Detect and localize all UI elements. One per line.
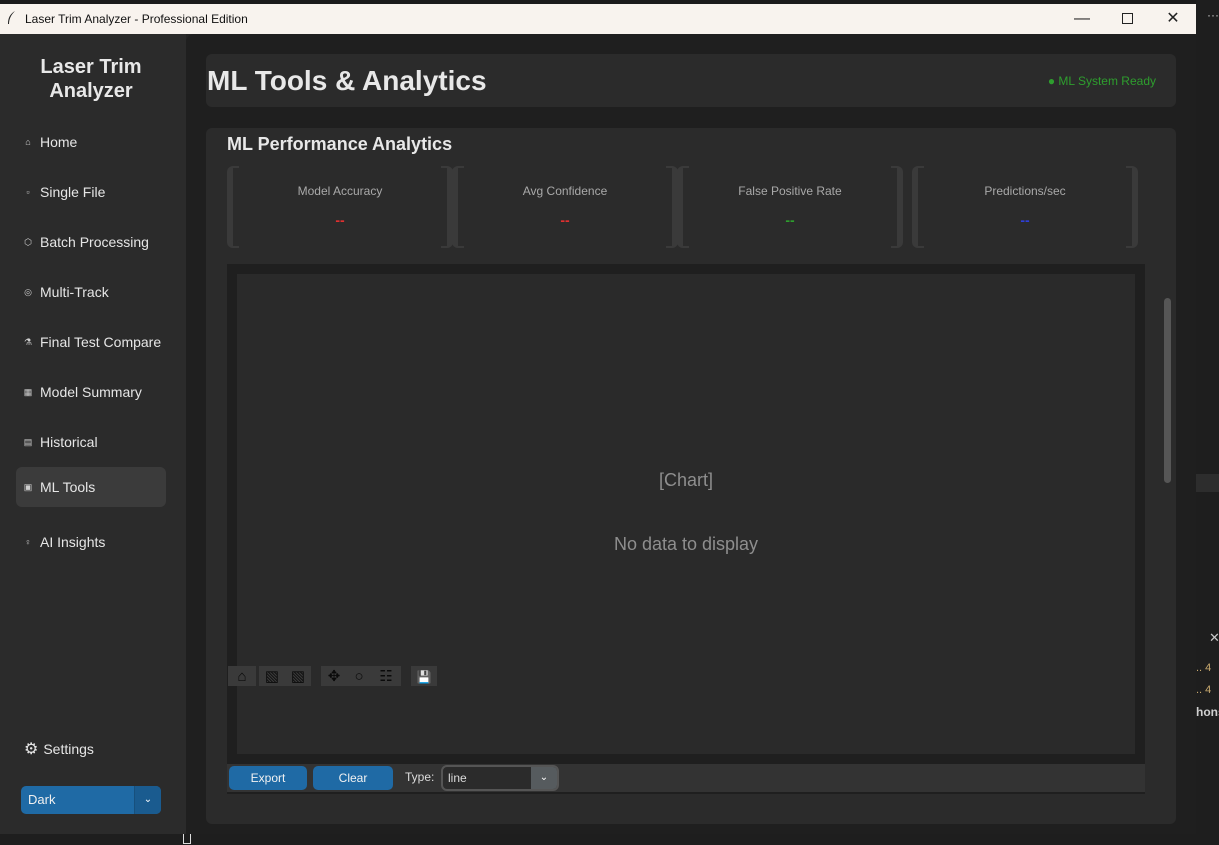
chart-toolbar: Export Clear Type: line ⌄ bbox=[227, 764, 1145, 792]
background-strip bbox=[1196, 474, 1219, 492]
sidebar-item-label: Batch Processing bbox=[40, 234, 149, 250]
home-icon: ⌂ bbox=[25, 137, 31, 147]
app-logo: Laser Trim Analyzer bbox=[40, 56, 142, 102]
sidebar-item-model-summary[interactable]: ▦ Model Summary bbox=[16, 372, 166, 412]
plot-navigation-toolbar: ⌂ ▧ ▧ ✥ ○ ☷ 💾 bbox=[228, 666, 440, 686]
sidebar-item-multi-track[interactable]: ◎ Multi-Track bbox=[16, 272, 166, 312]
card-border bbox=[677, 166, 689, 248]
maximize-icon bbox=[1121, 13, 1133, 25]
robot-icon: ▣ bbox=[23, 481, 33, 492]
theme-select[interactable]: Dark ⌄ bbox=[21, 786, 161, 814]
metric-label: Avg Confidence bbox=[522, 184, 608, 198]
chart-type-select[interactable]: line ⌄ bbox=[441, 765, 559, 791]
title-bar[interactable]: Laser Trim Analyzer - Professional Editi… bbox=[0, 4, 1196, 34]
page-header: ML Tools & Analytics ● ML System Ready bbox=[206, 54, 1176, 107]
export-button[interactable]: Export bbox=[229, 766, 307, 790]
metric-value: -- bbox=[785, 212, 795, 228]
clear-button[interactable]: Clear bbox=[313, 766, 393, 790]
chart-icon: ▦ bbox=[23, 386, 33, 397]
sidebar: Laser Trim Analyzer ⌂ Home ▫ Single File ⬡ Ba… bbox=[0, 34, 186, 834]
metric-card: Model Accuracy -- bbox=[227, 166, 453, 248]
chart-type-value: line bbox=[448, 771, 467, 785]
package-icon: ⬡ bbox=[24, 236, 32, 247]
zoom-icon[interactable]: ○ bbox=[347, 666, 371, 686]
target-icon: ◎ bbox=[24, 286, 32, 297]
type-label: Type: bbox=[405, 770, 435, 784]
settings-label: Settings bbox=[43, 741, 94, 757]
sidebar-item-label: Single File bbox=[40, 184, 106, 200]
forward-icon[interactable]: ▧ bbox=[285, 666, 311, 686]
window-title: Laser Trim Analyzer - Professional Editi… bbox=[25, 12, 248, 26]
scrollbar[interactable] bbox=[1164, 298, 1171, 483]
sidebar-item-final-test-compare[interactable]: ⚗ Final Test Compare bbox=[16, 322, 166, 362]
maximize-button[interactable] bbox=[1112, 7, 1142, 31]
chart-frame: [Chart] No data to display Export Clear … bbox=[227, 264, 1145, 794]
sidebar-item-label: Multi-Track bbox=[40, 284, 109, 300]
page-title: ML Tools & Analytics bbox=[207, 65, 487, 96]
sidebar-item-label: Model Summary bbox=[40, 384, 142, 400]
sidebar-item-batch-processing[interactable]: ⬡ Batch Processing bbox=[16, 222, 166, 262]
sidebar-item-label: ML Tools bbox=[40, 479, 96, 495]
status-indicator: ● ML System Ready bbox=[1047, 74, 1156, 88]
metric-card: False Positive Rate -- bbox=[677, 166, 903, 248]
background-text: .. 4 bbox=[1196, 662, 1212, 674]
minimize-button[interactable]: — bbox=[1067, 7, 1097, 31]
metric-value: -- bbox=[1020, 212, 1030, 228]
card-border bbox=[227, 166, 239, 248]
background-text: .. 4 bbox=[1196, 684, 1212, 696]
sidebar-item-ai-insights[interactable]: ♀ AI Insights bbox=[16, 522, 166, 562]
pan-icon[interactable]: ✥ bbox=[321, 666, 347, 686]
card-border bbox=[912, 166, 924, 248]
sidebar-item-ml-tools[interactable]: ▣ ML Tools bbox=[16, 467, 166, 507]
section-title: ML Performance Analytics bbox=[227, 134, 453, 154]
metric-value: -- bbox=[560, 212, 570, 228]
sidebar-item-label: Final Test Compare bbox=[40, 334, 162, 350]
main-content: ML Tools & Analytics ● ML System Ready M… bbox=[186, 34, 1196, 834]
empty-message: No data to display bbox=[613, 534, 759, 554]
configure-icon[interactable]: ☷ bbox=[371, 666, 401, 686]
background-text: hons bbox=[1196, 705, 1219, 719]
chevron-down-icon[interactable]: ⌄ bbox=[531, 767, 557, 789]
taskbar-edge bbox=[0, 834, 1196, 845]
theme-value: Dark bbox=[28, 792, 56, 807]
document-icon: ▫ bbox=[26, 187, 30, 197]
scroll-icon: ▤ bbox=[23, 436, 33, 447]
back-icon[interactable]: ▧ bbox=[259, 666, 285, 686]
background-close-icon: ✕ bbox=[1209, 630, 1219, 645]
feather-icon bbox=[7, 11, 17, 28]
metric-label: Model Accuracy bbox=[297, 184, 383, 198]
sidebar-item-historical[interactable]: ▤ Historical bbox=[16, 422, 166, 462]
cursor-icon bbox=[183, 834, 191, 844]
save-icon[interactable]: 💾 bbox=[411, 666, 437, 686]
card-border bbox=[891, 166, 903, 248]
chevron-down-icon[interactable]: ⌄ bbox=[134, 786, 161, 814]
home-view-icon[interactable]: ⌂ bbox=[228, 666, 256, 686]
card-border bbox=[452, 166, 464, 248]
background-more-icon: ··· bbox=[1207, 8, 1219, 22]
app-window: Laser Trim Analyzer - Professional Editi… bbox=[0, 4, 1196, 834]
flask-icon: ⚗ bbox=[23, 336, 33, 347]
metric-label: False Positive Rate bbox=[738, 184, 842, 198]
sidebar-item-label: AI Insights bbox=[40, 534, 106, 550]
lightbulb-icon: ♀ bbox=[24, 537, 32, 547]
chart-placeholder: [Chart] bbox=[658, 470, 714, 490]
metric-card: Avg Confidence -- bbox=[452, 166, 678, 248]
settings-button[interactable]: ⚙ Settings bbox=[24, 739, 94, 759]
sidebar-item-label: Home bbox=[40, 134, 78, 150]
metric-card: Predictions/sec -- bbox=[912, 166, 1138, 248]
sidebar-item-home[interactable]: ⌂ Home bbox=[16, 122, 166, 162]
sidebar-item-single-file[interactable]: ▫ Single File bbox=[16, 172, 166, 212]
analytics-section: ML Performance Analytics Model Accuracy -… bbox=[206, 128, 1176, 824]
sidebar-item-label: Historical bbox=[40, 434, 98, 450]
metric-value: -- bbox=[335, 212, 345, 228]
metric-label: Predictions/sec bbox=[984, 184, 1066, 198]
gear-icon: ⚙ bbox=[24, 741, 39, 758]
card-border bbox=[1126, 166, 1138, 248]
close-button[interactable]: ✕ bbox=[1158, 7, 1188, 31]
